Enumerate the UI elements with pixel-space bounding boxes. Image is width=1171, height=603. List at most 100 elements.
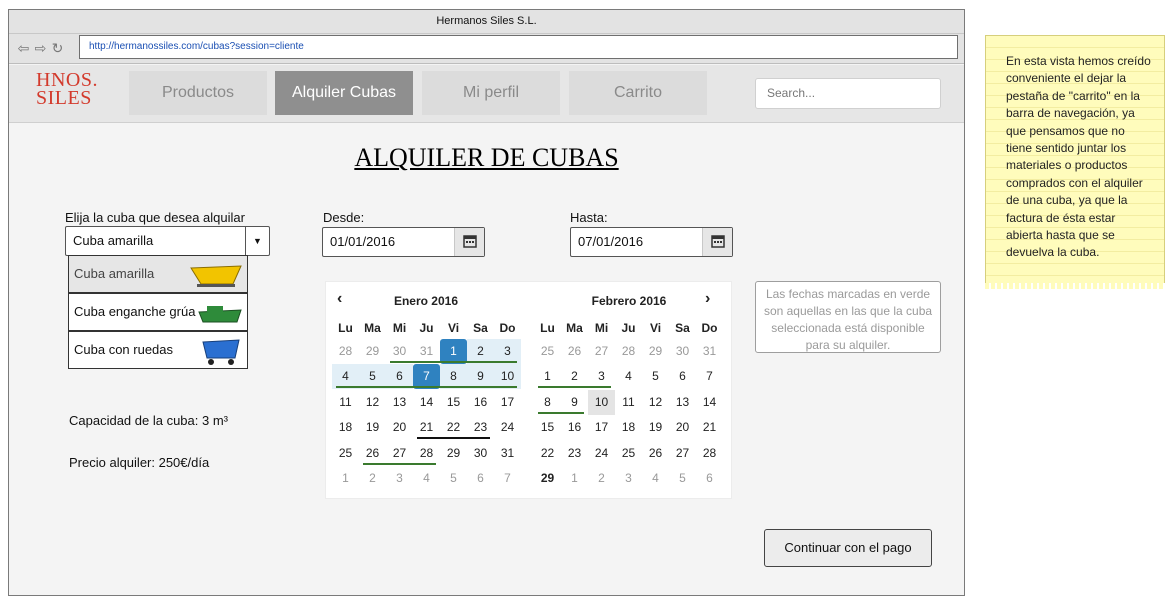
calendar-day-left[interactable]: 7 — [494, 466, 521, 491]
calendar-day-right[interactable]: 17 — [588, 415, 615, 440]
address-bar-row: ⇦ ⇨ ↻ http://hermanossiles.com/cubas?sessi… — [9, 34, 964, 64]
availability-underline — [538, 411, 584, 414]
calendar-day-left[interactable]: 18 — [332, 415, 359, 440]
capacity-text: Capacidad de la cuba: 3 m³ — [69, 413, 228, 428]
availability-underline — [363, 462, 436, 465]
calendar-day-left[interactable]: 15 — [440, 390, 467, 415]
calendar-day-right[interactable]: 11 — [615, 390, 642, 415]
dropdown-option-cuba-amarilla[interactable]: Cuba amarilla — [68, 255, 248, 293]
blue-bin-icon — [202, 339, 240, 365]
continue-payment-button[interactable]: Continuar con el pago — [764, 529, 932, 567]
calendar-day-right[interactable]: 31 — [696, 339, 723, 364]
calendar-day-left[interactable]: 31 — [494, 441, 521, 466]
calendar-day-right[interactable]: 19 — [642, 415, 669, 440]
calendar-day-right[interactable]: 7 — [696, 364, 723, 389]
calendar-day-right[interactable]: 5 — [642, 364, 669, 389]
calendar-day-right[interactable]: 29 — [642, 339, 669, 364]
calendar-day-right[interactable]: 25 — [534, 339, 561, 364]
tab-mi-perfil[interactable]: Mi perfil — [422, 71, 560, 115]
calendar-day-right[interactable]: 3 — [615, 466, 642, 491]
calendar-day-right[interactable]: 27 — [669, 441, 696, 466]
calendar-day-left[interactable]: 28 — [332, 339, 359, 364]
calendar-day-left[interactable]: 4 — [413, 466, 440, 491]
back-arrow-icon[interactable]: ⇦ — [15, 40, 32, 57]
calendar-day-left[interactable]: 1 — [332, 466, 359, 491]
calendar-day-left[interactable]: 20 — [386, 415, 413, 440]
calendar-day-right[interactable]: 4 — [615, 364, 642, 389]
calendar-day-right[interactable]: 4 — [642, 466, 669, 491]
url-input[interactable]: http://hermanossiles.com/cubas?session=c… — [79, 35, 958, 59]
chevron-right-icon[interactable]: › — [705, 290, 710, 308]
availability-underline — [336, 386, 517, 389]
calendar-day-right[interactable]: 14 — [696, 390, 723, 415]
window-title: Hermanos Siles S.L. — [9, 10, 964, 34]
calendar-day-right[interactable]: 24 — [588, 441, 615, 466]
calendar-day-left[interactable]: 17 — [494, 390, 521, 415]
reload-icon[interactable]: ↻ — [49, 40, 66, 57]
calendar-day-right[interactable]: 27 — [588, 339, 615, 364]
calendar-day-left[interactable]: 6 — [467, 466, 494, 491]
calendar-day-left[interactable]: 3 — [386, 466, 413, 491]
calendar-day-right[interactable]: 15 — [534, 415, 561, 440]
logo[interactable]: HNOS. SILES — [36, 70, 98, 109]
calendar-day-left[interactable]: 12 — [359, 390, 386, 415]
calendar-icon[interactable] — [702, 228, 732, 256]
calendar-day-left[interactable]: 30 — [467, 441, 494, 466]
calendar-day-left[interactable]: 25 — [332, 441, 359, 466]
cuba-select-value: Cuba amarilla — [73, 233, 154, 248]
tab-alquiler-cubas[interactable]: Alquiler Cubas — [275, 71, 413, 115]
calendar-day-right[interactable]: 6 — [696, 466, 723, 491]
calendar-day-left[interactable]: 16 — [467, 390, 494, 415]
chevron-left-icon[interactable]: ‹ — [337, 290, 342, 308]
calendar-day-right[interactable]: 16 — [561, 415, 588, 440]
calendar-day-right[interactable]: 26 — [561, 339, 588, 364]
calendar-day-right[interactable]: 20 — [669, 415, 696, 440]
calendar-day-left[interactable]: 29 — [359, 339, 386, 364]
calendar-day-left[interactable]: 2 — [359, 466, 386, 491]
logo-line-2: SILES — [36, 87, 92, 109]
search-input[interactable]: Search... — [755, 78, 941, 109]
calendar-day-left[interactable]: 14 — [413, 390, 440, 415]
weekday-label-right: Do — [701, 321, 718, 335]
calendar-day-left[interactable]: 19 — [359, 415, 386, 440]
availability-note: Las fechas marcadas en verde son aquella… — [755, 281, 941, 353]
calendar-day-left[interactable]: 11 — [332, 390, 359, 415]
browser-window: Hermanos Siles S.L. ⇦ ⇨ ↻ http://hermanoss… — [8, 9, 965, 596]
dropdown-option-cuba-con-ruedas[interactable]: Cuba con ruedas — [68, 331, 248, 369]
calendar-day-right[interactable]: 22 — [534, 441, 561, 466]
chevron-down-icon[interactable]: ▼ — [245, 227, 269, 255]
calendar-day-left[interactable]: 5 — [440, 466, 467, 491]
calendar-day-right[interactable]: 26 — [642, 441, 669, 466]
weekday-label-left: Do — [499, 321, 516, 335]
calendar-day-right[interactable]: 28 — [696, 441, 723, 466]
calendar-day-right[interactable]: 12 — [642, 390, 669, 415]
calendar-day-left[interactable]: 24 — [494, 415, 521, 440]
calendar-day-left[interactable]: 13 — [386, 390, 413, 415]
tab-carrito[interactable]: Carrito — [569, 71, 707, 115]
calendar-day-right[interactable]: 13 — [669, 390, 696, 415]
weekday-label-right: Ju — [621, 321, 636, 335]
calendar-day-right[interactable]: 6 — [669, 364, 696, 389]
calendar-day-right[interactable]: 18 — [615, 415, 642, 440]
availability-underline — [538, 386, 611, 389]
calendar-day-right[interactable]: 23 — [561, 441, 588, 466]
forward-arrow-icon[interactable]: ⇨ — [32, 40, 49, 57]
calendar-icon[interactable] — [454, 228, 484, 256]
calendar-day-left[interactable]: 29 — [440, 441, 467, 466]
price-text: Precio alquiler: 250€/día — [69, 455, 210, 470]
calendar-day-right[interactable]: 29 — [534, 466, 561, 491]
cuba-select[interactable]: Cuba amarilla ▼ — [65, 226, 270, 256]
calendar-day-right[interactable]: 10 — [588, 389, 615, 415]
calendar-day-right[interactable]: 5 — [669, 466, 696, 491]
calendar-day-right[interactable]: 28 — [615, 339, 642, 364]
calendar-day-right[interactable]: 30 — [669, 339, 696, 364]
dropdown-option-cuba-enganche-grua[interactable]: Cuba enganche grúa — [68, 293, 248, 331]
calendar-day-right[interactable]: 1 — [561, 466, 588, 491]
tab-productos[interactable]: Productos — [129, 71, 267, 115]
calendar-day-right[interactable]: 21 — [696, 415, 723, 440]
sticky-note: En esta vista hemos creído conveniente e… — [985, 35, 1165, 287]
calendar-day-right[interactable]: 2 — [588, 466, 615, 491]
desde-date-field[interactable]: 01/01/2016 — [322, 227, 485, 257]
calendar-day-right[interactable]: 25 — [615, 441, 642, 466]
hasta-date-field[interactable]: 07/01/2016 — [570, 227, 733, 257]
